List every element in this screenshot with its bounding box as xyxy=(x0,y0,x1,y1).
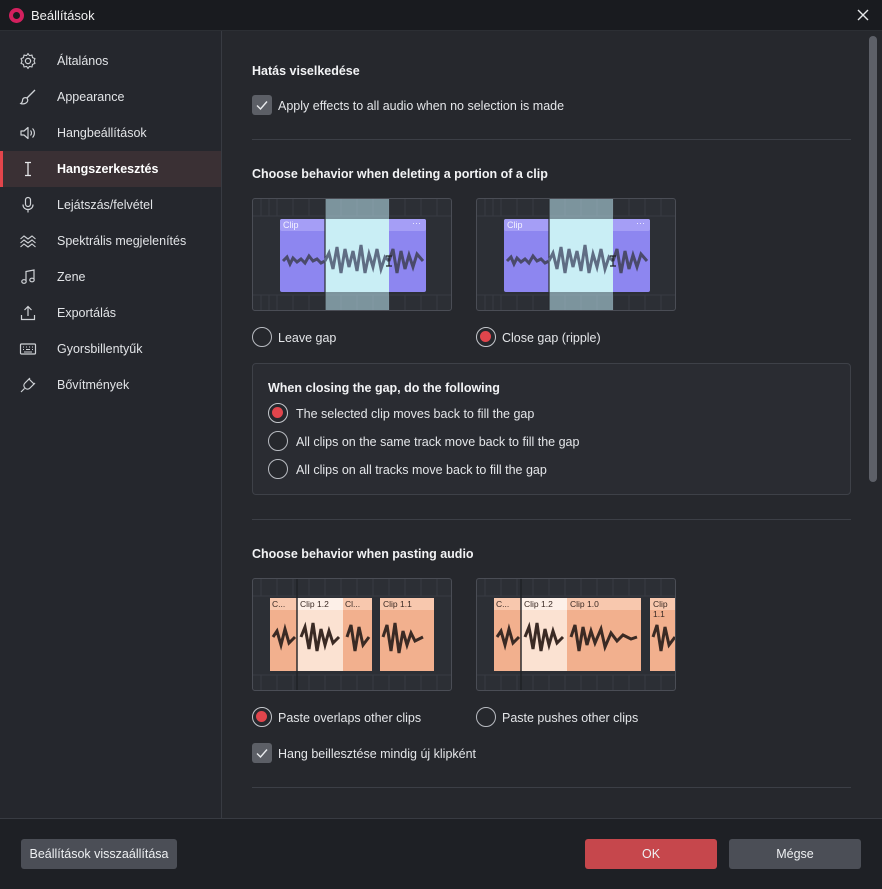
sidebar-item-label: Bővítmények xyxy=(57,378,130,392)
sidebar-item-playback-recording[interactable]: Lejátszás/felvétel xyxy=(0,187,221,223)
music-note-icon xyxy=(21,269,35,284)
sidebar-item-shortcuts[interactable]: Gyorsbillentyűk xyxy=(0,331,221,367)
speaker-icon xyxy=(20,126,35,140)
clip-menu-icon: ··· xyxy=(636,218,645,228)
closing-gap-title: When closing the gap, do the following xyxy=(268,381,500,395)
sidebar-item-appearance[interactable]: Appearance xyxy=(0,79,221,115)
ok-button[interactable]: OK xyxy=(585,839,717,869)
sidebar-item-export[interactable]: Exportálás xyxy=(0,295,221,331)
close-gap-preview: Clip ··· xyxy=(476,198,676,311)
all-tracks-move-radio[interactable] xyxy=(268,459,288,479)
window-title: Beállítások xyxy=(31,8,95,23)
clip-label: Clip xyxy=(283,220,299,230)
sidebar-item-plugins[interactable]: Bővítmények xyxy=(0,367,221,403)
clip-label: Clip 1.2 xyxy=(300,599,329,609)
leave-gap-label: Leave gap xyxy=(278,331,337,345)
same-track-moves-radio[interactable] xyxy=(268,431,288,451)
clip-label: Clip 1.1 xyxy=(653,599,668,619)
paste-push-radio[interactable] xyxy=(476,707,496,727)
sidebar-item-label: Exportálás xyxy=(57,306,117,320)
settings-sidebar: Általános Appearance Hangbeállítások Han… xyxy=(0,31,222,818)
export-icon xyxy=(20,305,36,321)
sidebar-item-audio-editing[interactable]: Hangszerkesztés xyxy=(0,151,221,187)
keyboard-icon xyxy=(19,343,37,355)
sidebar-item-audio-settings[interactable]: Hangbeállítások xyxy=(0,115,221,151)
plug-icon xyxy=(20,377,36,393)
text-cursor-icon xyxy=(25,161,31,177)
sidebar-item-label: Zene xyxy=(57,270,86,284)
sidebar-item-label: Spektrális megjelenítés xyxy=(57,234,187,248)
cancel-button[interactable]: Mégse xyxy=(729,839,861,869)
spectral-icon xyxy=(20,235,36,248)
paste-push-label: Paste pushes other clips xyxy=(502,711,639,725)
leave-gap-preview: Clip ··· xyxy=(252,198,452,311)
clip-label: Clip xyxy=(507,220,523,230)
scrollbar-thumb[interactable] xyxy=(869,36,877,482)
paste-push-preview: C... Clip 1.2 Clip 1.0 Clip 1.1 xyxy=(476,578,676,691)
sidebar-item-general[interactable]: Általános xyxy=(0,43,221,79)
checkmark-icon xyxy=(256,101,268,111)
close-icon xyxy=(857,9,869,21)
reset-settings-button[interactable]: Beállítások visszaállítása xyxy=(21,839,177,869)
apply-effects-label: Apply effects to all audio when no selec… xyxy=(278,99,565,113)
paste-new-clip-label: Hang beillesztése mindig új klipként xyxy=(278,747,477,761)
sidebar-item-label: Hangbeállítások xyxy=(57,126,147,140)
clip-label: Clip 1.1 xyxy=(383,599,412,609)
gear-icon xyxy=(20,52,36,70)
sidebar-item-music[interactable]: Zene xyxy=(0,259,221,295)
title-bar: Beállítások xyxy=(0,0,882,31)
clip-menu-icon: ··· xyxy=(412,218,421,228)
sidebar-item-label: Lejátszás/felvétel xyxy=(57,198,153,212)
close-window-button[interactable] xyxy=(853,5,873,25)
delete-section-title: Choose behavior when deleting a portion … xyxy=(252,167,548,181)
close-gap-label: Close gap (ripple) xyxy=(502,331,601,345)
microphone-icon xyxy=(22,196,34,213)
selected-clip-moves-label: The selected clip moves back to fill the… xyxy=(296,407,535,421)
sidebar-item-label: Általános xyxy=(57,54,109,68)
same-track-moves-label: All clips on the same track move back to… xyxy=(296,435,580,449)
paste-new-clip-checkbox[interactable] xyxy=(252,743,272,763)
paste-overlap-preview: C... Clip 1.2 Cl... Clip 1.1 xyxy=(252,578,452,691)
apply-effects-checkbox[interactable] xyxy=(252,95,272,115)
clip-label: C... xyxy=(496,599,510,609)
checkmark-icon xyxy=(256,749,268,759)
effects-section-title: Hatás viselkedése xyxy=(252,64,360,78)
leave-gap-radio[interactable] xyxy=(252,327,272,347)
sidebar-item-label: Appearance xyxy=(57,90,125,104)
app-logo-icon xyxy=(9,8,24,23)
clip-label: Clip 1.0 xyxy=(570,599,599,609)
paste-overlap-label: Paste overlaps other clips xyxy=(278,711,422,725)
sidebar-item-label: Gyorsbillentyűk xyxy=(57,342,143,356)
sidebar-item-label: Hangszerkesztés xyxy=(57,162,159,176)
sidebar-item-spectral-display[interactable]: Spektrális megjelenítés xyxy=(0,223,221,259)
close-gap-radio[interactable] xyxy=(476,327,496,347)
all-tracks-move-label: All clips on all tracks move back to fil… xyxy=(296,463,547,477)
clip-label: Cl... xyxy=(345,599,361,609)
paste-section-title: Choose behavior when pasting audio xyxy=(252,547,474,561)
divider xyxy=(252,139,851,140)
brush-icon xyxy=(19,89,36,105)
divider xyxy=(252,519,851,520)
paste-overlap-radio[interactable] xyxy=(252,707,272,727)
clip-label: Clip 1.2 xyxy=(524,599,553,609)
selected-clip-moves-radio[interactable] xyxy=(268,403,288,423)
divider xyxy=(252,787,851,788)
clip-label: C... xyxy=(272,599,286,609)
